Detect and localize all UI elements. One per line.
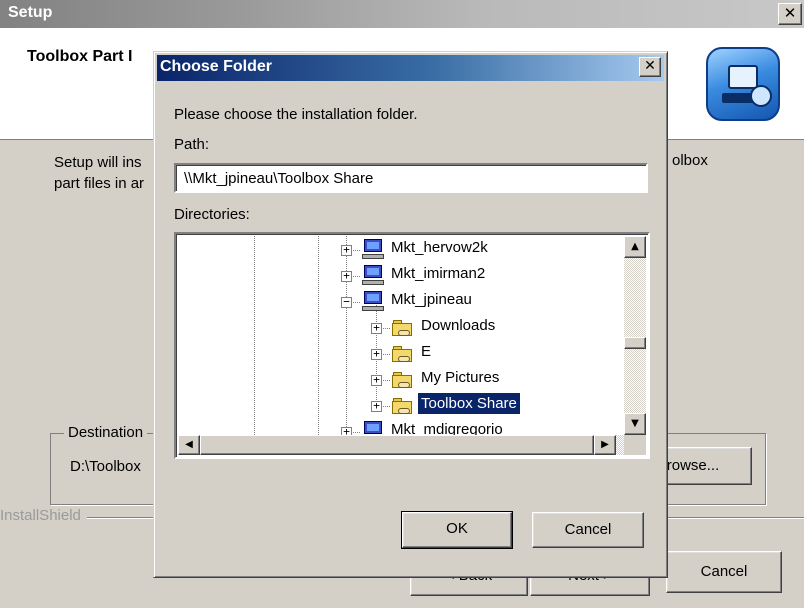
tree-node-label[interactable]: Toolbox Share [418,393,520,414]
tree-node[interactable]: − Mkt_jpineau [178,289,624,315]
dialog-cancel-button[interactable]: Cancel [532,512,644,548]
setup-close-button[interactable]: ✕ [778,3,802,25]
installshield-computer-icon [706,47,780,121]
ok-button[interactable]: OK [401,511,513,549]
expand-icon[interactable]: + [341,244,352,256]
horizontal-scroll-thumb[interactable] [200,435,594,455]
choose-folder-title: Choose Folder [160,58,273,75]
tree-node-label[interactable]: Mkt_mdigregorio [388,419,506,435]
tree-node[interactable]: + My Pictures [178,367,624,393]
computer-icon [362,239,384,259]
scroll-up-icon[interactable]: ▲ [624,236,646,258]
shared-folder-icon [392,370,414,388]
collapse-icon[interactable]: − [341,296,352,308]
setup-window-title: Setup [8,4,53,21]
directory-tree-content: + Mkt_hervow2k + Mkt_imirman2 − Mkt_jpin… [178,236,624,435]
expand-icon[interactable]: + [371,348,382,360]
tree-node[interactable]: + Mkt_imirman2 [178,263,624,289]
tree-node[interactable]: + Mkt_mdigregorio [178,419,624,435]
choose-folder-prompt: Please choose the installation folder. [174,106,418,123]
expand-icon[interactable]: + [371,374,382,386]
tree-node-label[interactable]: Mkt_hervow2k [388,237,491,258]
scroll-down-icon[interactable]: ▼ [624,413,646,435]
setup-cancel-button[interactable]: Cancel [666,551,782,593]
tree-node-label[interactable]: Mkt_imirman2 [388,263,488,284]
scrollbar-corner [624,435,646,455]
expand-icon[interactable]: + [341,270,352,282]
shared-folder-icon [392,344,414,362]
directory-tree[interactable]: + Mkt_hervow2k + Mkt_imirman2 − Mkt_jpin… [174,232,650,459]
path-label: Path: [174,136,210,153]
computer-icon [362,421,384,435]
close-icon: ✕ [783,4,797,22]
computer-icon [362,291,384,311]
shared-folder-icon [392,318,414,336]
close-icon: ✕ [644,58,656,74]
expand-icon[interactable]: + [371,400,382,412]
vertical-scrollbar[interactable] [624,236,646,435]
installshield-brand-label: InstallShield [0,507,87,524]
shared-folder-icon [392,396,414,414]
scroll-right-icon[interactable]: ▶ [594,435,616,455]
computer-icon [362,265,384,285]
tree-node-label[interactable]: E [418,341,434,362]
tree-node-label[interactable]: Downloads [418,315,498,336]
destination-folder-legend: Destination [64,424,148,441]
tree-node[interactable]: + E [178,341,624,367]
choose-folder-dialog: Choose Folder ✕ Please choose the instal… [153,51,668,578]
setup-titlebar[interactable]: Setup ✕ [0,0,804,28]
setup-description: Setup will ins part files in ar [54,154,145,192]
tree-node-selected[interactable]: + Toolbox Share [178,393,624,419]
expand-icon[interactable]: + [341,426,352,435]
tree-node[interactable]: + Mkt_hervow2k [178,237,624,263]
choose-folder-close-button[interactable]: ✕ [639,57,661,77]
setup-description-tail: olbox [672,152,708,169]
expand-icon[interactable]: + [371,322,382,334]
vertical-scroll-thumb[interactable] [624,337,646,349]
choose-folder-titlebar[interactable]: Choose Folder ✕ [157,55,664,81]
destination-folder-path: D:\Toolbox [70,458,141,475]
tree-node[interactable]: + Downloads [178,315,624,341]
directories-label: Directories: [174,206,250,223]
setup-header-heading: Toolbox Part I [27,48,133,65]
tree-node-label[interactable]: My Pictures [418,367,502,388]
tree-node-label[interactable]: Mkt_jpineau [388,289,475,310]
path-input[interactable] [174,163,648,193]
scroll-left-icon[interactable]: ◀ [178,435,200,455]
